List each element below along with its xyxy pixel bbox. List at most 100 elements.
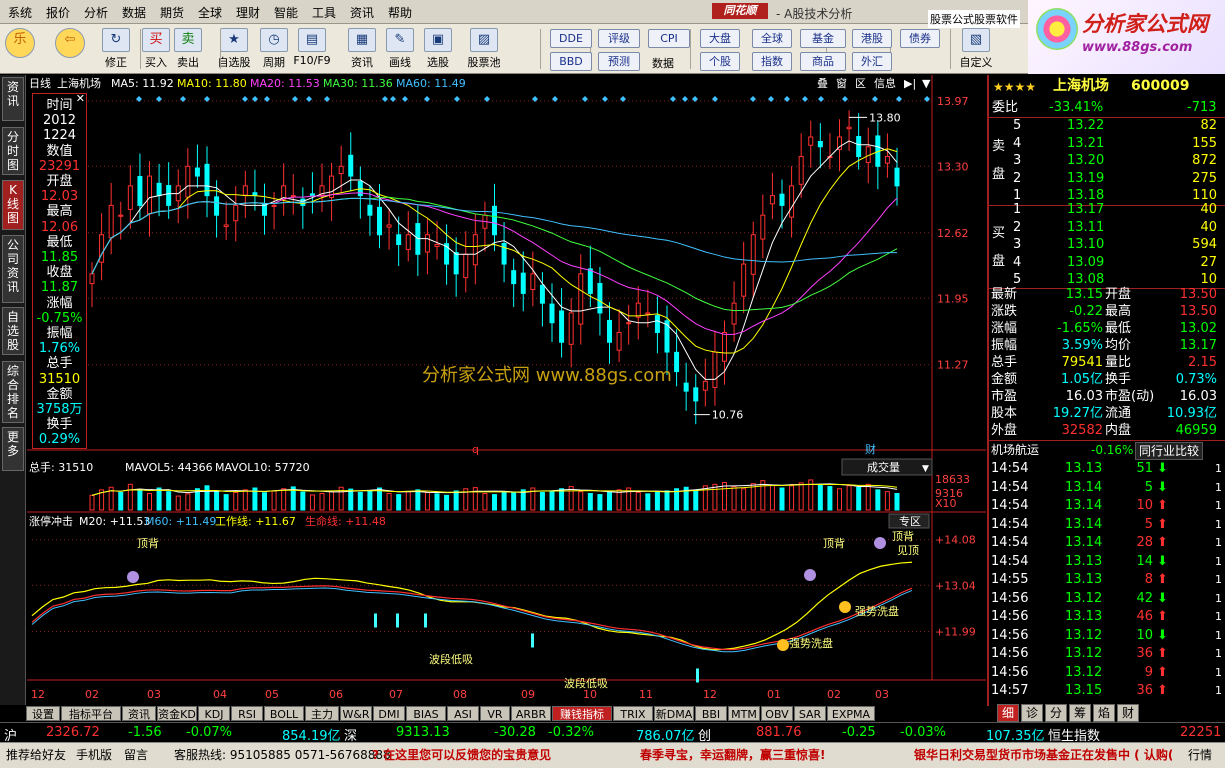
- side-tab-6[interactable]: 更 多: [2, 427, 24, 471]
- quote-tab-0[interactable]: 细: [997, 704, 1019, 722]
- indicator-tab-4[interactable]: KDJ: [198, 706, 230, 721]
- indicator-tab-11[interactable]: ASI: [447, 706, 479, 721]
- menu-9[interactable]: 资讯: [350, 4, 374, 21]
- menu-10[interactable]: 帮助: [388, 4, 412, 21]
- dropdown-icon[interactable]: ▼: [922, 77, 931, 90]
- indicator-tab-21[interactable]: EXPMA: [827, 706, 875, 721]
- toolbar-label: 卖出: [177, 56, 199, 69]
- header-button-1[interactable]: 窗: [836, 76, 847, 90]
- indicator-tab-8[interactable]: W&R: [340, 706, 372, 721]
- indicator-tab-13[interactable]: ARBR: [511, 706, 551, 721]
- menu-2[interactable]: 分析: [84, 4, 108, 21]
- market-button-4[interactable]: 债券: [900, 29, 940, 48]
- side-tab-1[interactable]: 分 时 图: [2, 127, 24, 175]
- indicator-tab-1[interactable]: 指标平台: [61, 706, 121, 721]
- header-button-2[interactable]: 区: [855, 77, 866, 90]
- side-tab-2[interactable]: K 线 图: [2, 180, 24, 230]
- kline-area[interactable]: 日线 上海机场 MA5: 11.92 MA10: 11.80 MA20: 11.53 MA…: [27, 75, 986, 706]
- stat-label: 量比: [1105, 355, 1132, 370]
- menu-5[interactable]: 全球: [198, 4, 222, 21]
- indicator-tab-3[interactable]: 资金KD: [157, 706, 197, 721]
- candle-body: [89, 273, 95, 285]
- refresh-button[interactable]: ↻ 修正: [98, 26, 134, 70]
- side-tab-0[interactable]: 资 讯: [2, 77, 24, 121]
- clock-button[interactable]: ◷ 周期: [256, 26, 292, 70]
- lotus-button[interactable]: 乐: [2, 26, 38, 70]
- indicator-tab-17[interactable]: BBI: [695, 706, 727, 721]
- side-tab-5[interactable]: 综 合 排 名: [2, 361, 24, 423]
- data-button-cpi[interactable]: CPI: [648, 29, 690, 48]
- stat-label: 市盈(动): [1105, 389, 1155, 404]
- indicator-tab-10[interactable]: BIAS: [406, 706, 446, 721]
- quote-tab-1[interactable]: 诊: [1021, 704, 1043, 722]
- menu-7[interactable]: 智能: [274, 4, 298, 21]
- menu-3[interactable]: 数据: [122, 4, 146, 21]
- indicator-tab-5[interactable]: RSI: [231, 706, 263, 721]
- back-arrow-button[interactable]: ⇦: [52, 26, 88, 70]
- pen-button[interactable]: ✎ 画线: [382, 26, 418, 70]
- indicator-tab-2[interactable]: 资讯: [122, 706, 156, 721]
- data-button-评级[interactable]: 评级: [598, 29, 640, 48]
- indicator-tab-0[interactable]: 设置: [26, 706, 60, 721]
- feedback-link[interactable]: ? 在这里您可以反馈您的宝贵意见: [372, 746, 551, 763]
- indicator-tab-12[interactable]: VR: [480, 706, 510, 721]
- promo-link[interactable]: 春季寻宝，幸运翻牌，赢三重惊喜!: [640, 746, 825, 763]
- market-button-5[interactable]: 个股: [700, 52, 740, 71]
- quote-button[interactable]: 行情: [1188, 746, 1212, 763]
- header-button-0[interactable]: 叠: [817, 77, 828, 90]
- select-button[interactable]: ▣ 选股: [420, 26, 456, 70]
- market-button-6[interactable]: 指数: [752, 52, 792, 71]
- data-value: 11.85: [40, 250, 79, 265]
- indicator-tab-18[interactable]: MTM: [728, 706, 760, 721]
- compare-button[interactable]: 同行业比较: [1135, 442, 1204, 460]
- indicator-tab-6[interactable]: BOLL: [264, 706, 304, 721]
- menu-8[interactable]: 工具: [312, 4, 336, 21]
- indicator-tab-16[interactable]: 新DMA: [654, 706, 694, 721]
- market-button-1[interactable]: 全球: [752, 29, 792, 48]
- side-tab-3[interactable]: 公 司 资 讯: [2, 235, 24, 303]
- sell-button[interactable]: 卖卖出: [170, 26, 206, 70]
- market-button-2[interactable]: 基金: [800, 29, 846, 48]
- indicator-tab-9[interactable]: DMI: [373, 706, 405, 721]
- kline-chart[interactable]: 日线 上海机场 MA5: 11.92 MA10: 11.80 MA20: 11.53 MA…: [27, 75, 986, 706]
- indicator-tab-20[interactable]: SAR: [794, 706, 826, 721]
- quote-tab-3[interactable]: 筹: [1069, 704, 1091, 722]
- market-button-0[interactable]: 大盘: [700, 29, 740, 48]
- volume-bar: [386, 493, 392, 511]
- market-button-8[interactable]: 外汇: [852, 52, 892, 71]
- star-button[interactable]: ★ 自选股: [216, 26, 252, 70]
- f10-button[interactable]: ▤ F10/F9: [290, 26, 334, 70]
- custom-button[interactable]: ▧ 自定义: [956, 26, 996, 70]
- sell-level: 3: [1013, 153, 1022, 168]
- chart-button[interactable]: ▨ 股票池: [466, 26, 502, 70]
- menu-6[interactable]: 理财: [236, 4, 260, 21]
- brand-logo: 同花顺: [712, 3, 768, 19]
- expand-icon[interactable]: ▶|: [904, 77, 916, 90]
- indicator-tab-19[interactable]: OBV: [761, 706, 793, 721]
- news-button[interactable]: ▦ 资讯: [344, 26, 380, 70]
- side-tab-4[interactable]: 自 选 股: [2, 307, 24, 355]
- data-button-预测[interactable]: 预测: [598, 52, 640, 71]
- recommend-link[interactable]: 推荐给好友: [6, 746, 66, 763]
- message-link[interactable]: 留言: [124, 746, 148, 763]
- volume-bar: [578, 491, 584, 511]
- menu-1[interactable]: 报价: [46, 4, 70, 21]
- volume-bar: [329, 491, 335, 511]
- quote-tab-2[interactable]: 分: [1045, 704, 1067, 722]
- buy-button[interactable]: 买买入: [138, 26, 174, 70]
- indicator-tab-7[interactable]: 主力: [305, 706, 339, 721]
- news-ticker[interactable]: 银华日利交易型货币市场基金正在发售中 ( 认购(: [914, 746, 1172, 763]
- data-button-bbd[interactable]: BBD: [550, 52, 592, 71]
- quote-tab-5[interactable]: 财: [1117, 704, 1139, 722]
- indicator-tab-14[interactable]: 赚钱指标: [552, 706, 612, 721]
- top-ad[interactable]: 股票公式股票软件: [928, 10, 1020, 28]
- header-button-3[interactable]: 信息: [874, 76, 896, 90]
- data-button-dde[interactable]: DDE: [550, 29, 592, 48]
- menu-0[interactable]: 系统: [8, 4, 32, 21]
- market-button-3[interactable]: 港股: [852, 29, 892, 48]
- indicator-tab-15[interactable]: TRIX: [613, 706, 653, 721]
- quote-tab-4[interactable]: 焰: [1093, 704, 1115, 722]
- mobile-link[interactable]: 手机版: [76, 746, 112, 763]
- market-button-7[interactable]: 商品: [800, 52, 846, 71]
- menu-4[interactable]: 期货: [160, 4, 184, 21]
